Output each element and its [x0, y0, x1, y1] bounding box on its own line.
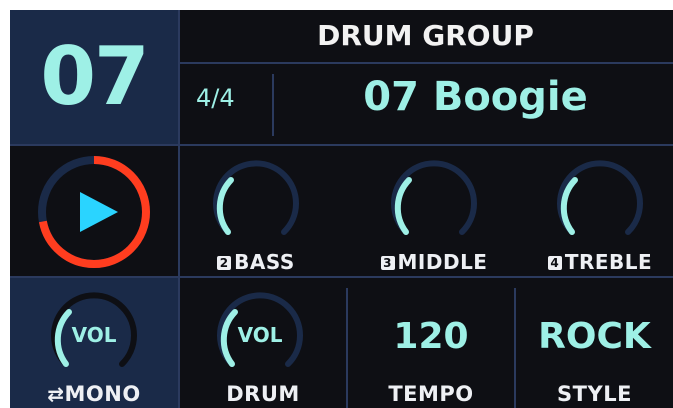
middle-knob[interactable] [384, 158, 484, 248]
drum-volume-knob[interactable]: VOL [210, 290, 310, 380]
tempo-value[interactable]: 120 [348, 316, 514, 357]
style-value[interactable]: ROCK [516, 316, 673, 357]
bass-knob[interactable] [206, 158, 306, 248]
play-icon [80, 192, 118, 232]
drum-label: DRUM [226, 382, 300, 406]
time-signature[interactable]: 4/4 [196, 84, 235, 112]
divider [272, 74, 274, 136]
drum-machine-screen: 07 DRUM GROUP 4/4 07 Boogie 2 BASS 3 MIDDL… [10, 10, 673, 408]
mono-volume-knob[interactable]: VOL [44, 290, 144, 380]
style-label: STYLE [557, 382, 632, 406]
treble-badge: 4 [547, 256, 562, 270]
tempo-label: TEMPO [388, 382, 474, 406]
divider [178, 10, 180, 408]
drum-knob-text: VOL [238, 323, 283, 347]
mono-label[interactable]: ⇄MONO [10, 382, 178, 406]
middle-label: 3 MIDDLE [368, 250, 500, 274]
treble-label: 4 TREBLE [534, 250, 666, 274]
divider [10, 276, 673, 278]
middle-badge: 3 [380, 256, 395, 270]
divider [10, 144, 673, 146]
divider [178, 62, 673, 64]
pattern-name[interactable]: 07 Boogie [278, 74, 673, 120]
preset-number[interactable]: 07 [10, 30, 178, 123]
swap-icon: ⇄ [47, 382, 65, 406]
play-button[interactable] [36, 154, 152, 270]
treble-knob[interactable] [550, 158, 650, 248]
mono-knob-text: VOL [72, 323, 117, 347]
bass-label: 2 BASS [196, 250, 316, 274]
bass-badge: 2 [217, 256, 232, 270]
page-title: DRUM GROUP [317, 19, 534, 52]
